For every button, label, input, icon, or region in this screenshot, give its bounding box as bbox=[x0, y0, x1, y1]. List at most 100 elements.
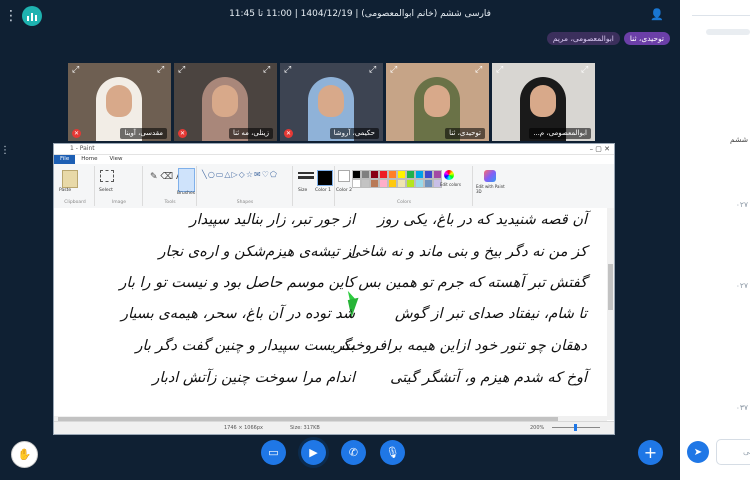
participant-tiles: ⤢ ⤢ مقدسی، آوینا ✕ ⤢ ⤢ زینلی، مه ثنا ✕ ⤢ ⤢ حکیمی، … bbox=[68, 63, 598, 141]
participant-name: ابوالمعصومی، م... bbox=[529, 128, 591, 139]
size-group: Size Color 1 bbox=[294, 166, 335, 206]
participant-tile[interactable]: ⤢ ⤢ زینلی، مه ثنا ✕ bbox=[174, 63, 277, 141]
expand-icon[interactable]: ⤢ bbox=[369, 65, 379, 75]
size-icon[interactable] bbox=[298, 172, 314, 174]
brushes-icon[interactable] bbox=[178, 168, 195, 192]
color-swatch[interactable] bbox=[397, 179, 406, 188]
expand-icon[interactable]: ⤢ bbox=[284, 65, 294, 75]
color-swatch[interactable] bbox=[433, 170, 442, 179]
drawing-canvas[interactable]: آن قصه شنیدید که در باغ، یکی روز کز من نه… bbox=[54, 208, 607, 420]
select-icon[interactable] bbox=[100, 170, 114, 182]
paint-status-bar: 1746 × 1066px Size: 317KB 200% bbox=[54, 421, 614, 434]
mic-icon[interactable]: 🎙 bbox=[380, 440, 405, 465]
speaker-chip: توحیدی، ثنا bbox=[623, 32, 670, 45]
shared-paint-window: 1 - Paint – ▢ ✕ File Home View Paste Cli… bbox=[53, 143, 615, 435]
paste-icon[interactable] bbox=[62, 170, 78, 188]
color-swatch[interactable] bbox=[424, 170, 433, 179]
paint3d-icon[interactable] bbox=[484, 170, 496, 182]
paint3d-label: Edit with Paint 3D bbox=[476, 184, 505, 194]
color-swatch[interactable] bbox=[406, 179, 415, 188]
paint-window-title: 1 - Paint bbox=[70, 145, 95, 152]
expand-icon[interactable]: ⤢ bbox=[496, 65, 506, 75]
tools-group-label: Tools bbox=[164, 200, 176, 205]
participant-tile[interactable]: ⤢ ⤢ مقدسی، آوینا ✕ bbox=[68, 63, 171, 141]
menu-dots-icon[interactable]: ⋮ bbox=[4, 8, 18, 24]
color-swatch[interactable] bbox=[388, 179, 397, 188]
user-icon[interactable]: 👤 bbox=[650, 8, 666, 22]
message-input[interactable]: نکاتی bbox=[716, 439, 750, 465]
color2-box[interactable] bbox=[338, 170, 350, 182]
color-swatch[interactable] bbox=[415, 170, 424, 179]
plus-icon[interactable]: + bbox=[638, 440, 663, 465]
tab-home[interactable]: Home bbox=[75, 155, 103, 164]
chat-sidebar: ششم ۰۲۷ ۰۲۷ ۰۳۷ ➤ نکاتی bbox=[680, 0, 750, 480]
color-swatch[interactable] bbox=[370, 170, 379, 179]
session-title: فارسی ششم (خانم ابوالمعصومی) | 1404/12/1… bbox=[229, 9, 491, 19]
shapes-group: ╲○▭△▷◇☆✉♡⬠ Shapes bbox=[198, 166, 293, 206]
phone-icon[interactable]: ✆ bbox=[341, 440, 366, 465]
participant-tile[interactable]: ⤢ ⤢ حکیمی، آروشا ✕ bbox=[280, 63, 383, 141]
participant-name: توحیدی، ثنا bbox=[445, 128, 485, 139]
color-swatch[interactable] bbox=[352, 179, 361, 188]
poem-line-right: دهقان چو تنور خود ازاین هیمه برافروخت bbox=[341, 338, 587, 354]
tab-view[interactable]: View bbox=[103, 155, 128, 164]
camera-icon[interactable]: ▶ bbox=[301, 440, 326, 465]
participant-name: زینلی، مه ثنا bbox=[229, 128, 273, 139]
color-swatch[interactable] bbox=[397, 170, 406, 179]
color1-box[interactable] bbox=[317, 170, 333, 186]
poem-line-right: آوخ که شدم هیزم و، آتشگر گیتی bbox=[390, 370, 587, 386]
shapes-icon[interactable]: ╲○▭△▷◇☆✉♡⬠ bbox=[202, 170, 278, 179]
color-swatch[interactable] bbox=[361, 179, 370, 188]
paint-title-bar: 1 - Paint – ▢ ✕ bbox=[54, 144, 614, 155]
control-bar bbox=[0, 436, 680, 480]
expand-icon[interactable]: ⤢ bbox=[390, 65, 400, 75]
app-logo-icon bbox=[22, 6, 42, 26]
color-swatch[interactable] bbox=[424, 179, 433, 188]
color-swatch[interactable] bbox=[379, 170, 388, 179]
expand-icon[interactable]: ⤢ bbox=[157, 65, 167, 75]
poem-line-right: آن قصه شنیدید که در باغ، یکی روز bbox=[377, 212, 587, 228]
colors-group: Color 2 Edit colors Colors bbox=[336, 166, 473, 206]
color-swatch[interactable] bbox=[352, 170, 361, 179]
hand-icon[interactable]: ✋ bbox=[11, 441, 38, 468]
classroom-app: ⋮ فارسی ششم (خانم ابوالمعصومی) | 1404/12… bbox=[0, 0, 680, 480]
speaker-chip: ابوالمعصومی، مریم bbox=[546, 32, 620, 45]
color2-label: Color 2 bbox=[336, 188, 353, 193]
color-swatch[interactable] bbox=[406, 170, 415, 179]
poem-line-left: از تیشه‌ی هیزم‌شکن و اره‌ی نجار bbox=[158, 244, 355, 260]
size-label: Size bbox=[298, 188, 308, 193]
edit-colors-icon[interactable] bbox=[444, 170, 454, 180]
expand-icon[interactable]: ⤢ bbox=[581, 65, 591, 75]
side-handle-icon[interactable]: ⋮ bbox=[0, 145, 10, 159]
brushes-label: Brushes bbox=[177, 191, 196, 196]
participant-tile[interactable]: ⤢ ⤢ توحیدی، ثنا bbox=[386, 63, 489, 141]
participant-tile[interactable]: ⤢ ⤢ ابوالمعصومی، م... bbox=[492, 63, 595, 141]
top-bar: ⋮ فارسی ششم (خانم ابوالمعصومی) | 1404/12… bbox=[0, 0, 680, 32]
poem-line-left: اندام مرا سوخت چنین زآتش ادبار bbox=[152, 370, 355, 386]
color-swatch[interactable] bbox=[361, 170, 370, 179]
color-swatch[interactable] bbox=[415, 179, 424, 188]
screen-share-icon[interactable]: ▭ bbox=[261, 440, 286, 465]
expand-icon[interactable]: ⤢ bbox=[72, 65, 82, 75]
color1-label: Color 1 bbox=[315, 188, 332, 193]
tab-file[interactable]: File bbox=[54, 155, 76, 164]
close-icon[interactable]: – ▢ ✕ bbox=[590, 144, 610, 154]
participant-name: مقدسی، آوینا bbox=[120, 128, 167, 139]
zoom-level: 200% bbox=[530, 425, 545, 431]
clipboard-group: Paste Clipboard bbox=[56, 166, 95, 206]
paint3d-group: Edit with Paint 3D bbox=[474, 166, 508, 206]
expand-icon[interactable]: ⤢ bbox=[263, 65, 273, 75]
color-swatch[interactable] bbox=[379, 179, 388, 188]
mic-muted-icon: ✕ bbox=[178, 129, 187, 138]
mouse-cursor-icon bbox=[347, 289, 358, 303]
color-swatch[interactable] bbox=[388, 170, 397, 179]
colors-group-label: Colors bbox=[396, 200, 412, 205]
chat-heading: ششم bbox=[730, 135, 748, 144]
send-icon[interactable]: ➤ bbox=[687, 441, 709, 463]
color-swatch[interactable] bbox=[370, 179, 379, 188]
expand-icon[interactable]: ⤢ bbox=[475, 65, 485, 75]
vertical-scrollbar[interactable] bbox=[607, 208, 614, 420]
clipboard-group-label: Clipboard bbox=[64, 200, 86, 205]
expand-icon[interactable]: ⤢ bbox=[178, 65, 188, 75]
mic-muted-icon: ✕ bbox=[72, 129, 81, 138]
